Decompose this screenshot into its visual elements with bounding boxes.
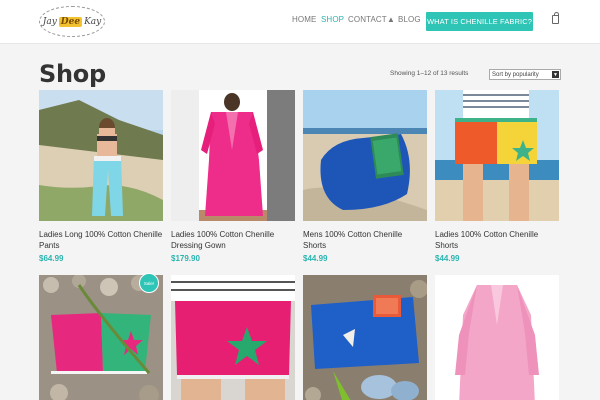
chevron-down-icon: ▼ (552, 71, 559, 78)
product-image[interactable] (303, 275, 427, 400)
product-price: $64.99 (39, 254, 64, 263)
page-title: Shop (39, 60, 106, 88)
nav-shop[interactable]: SHOP (321, 15, 344, 24)
site-logo[interactable]: Jay Dee Kay (39, 6, 105, 37)
site-header: Jay Dee Kay HOME SHOP CONTACT ▲ BLOG WHA… (0, 0, 600, 44)
cart-icon[interactable] (552, 12, 559, 24)
product-image[interactable] (171, 90, 295, 221)
product-image[interactable] (435, 90, 559, 221)
product-price: $44.99 (303, 254, 328, 263)
product-name[interactable]: Ladies 100% Cotton Chenille Shorts (435, 230, 559, 251)
result-count: Showing 1–12 of 13 results (390, 70, 469, 77)
product-name[interactable]: Mens 100% Cotton Chenille Shorts (303, 230, 427, 251)
logo-text-mid: Dee (58, 16, 83, 27)
sort-select[interactable]: Sort by popularity ▼ (489, 69, 561, 80)
logo-text-right: Kay (84, 16, 102, 27)
nav-blog[interactable]: ▲ BLOG (387, 15, 421, 24)
product-price: $44.99 (435, 254, 460, 263)
product-image[interactable] (303, 90, 427, 221)
product-name[interactable]: Ladies 100% Cotton Chenille Dressing Gow… (171, 230, 295, 251)
sort-select-value: Sort by popularity (492, 71, 539, 78)
blog-icon: ▲ (387, 15, 396, 24)
chenille-fabric-button[interactable]: WHAT IS CHENILLE FABRIC? (426, 12, 533, 31)
product-name[interactable]: Ladies Long 100% Cotton Chenille Pants (39, 230, 163, 251)
product-image[interactable] (171, 275, 295, 400)
nav-home[interactable]: HOME (292, 15, 316, 24)
sale-badge: Sale! (139, 273, 159, 293)
product-image[interactable] (39, 275, 163, 400)
logo-text-left: Jay (42, 16, 57, 27)
product-image[interactable] (435, 275, 559, 400)
product-image[interactable] (39, 90, 163, 221)
product-price: $179.90 (171, 254, 200, 263)
nav-contact[interactable]: CONTACT (348, 15, 387, 24)
nav-blog-label: BLOG (398, 15, 421, 24)
